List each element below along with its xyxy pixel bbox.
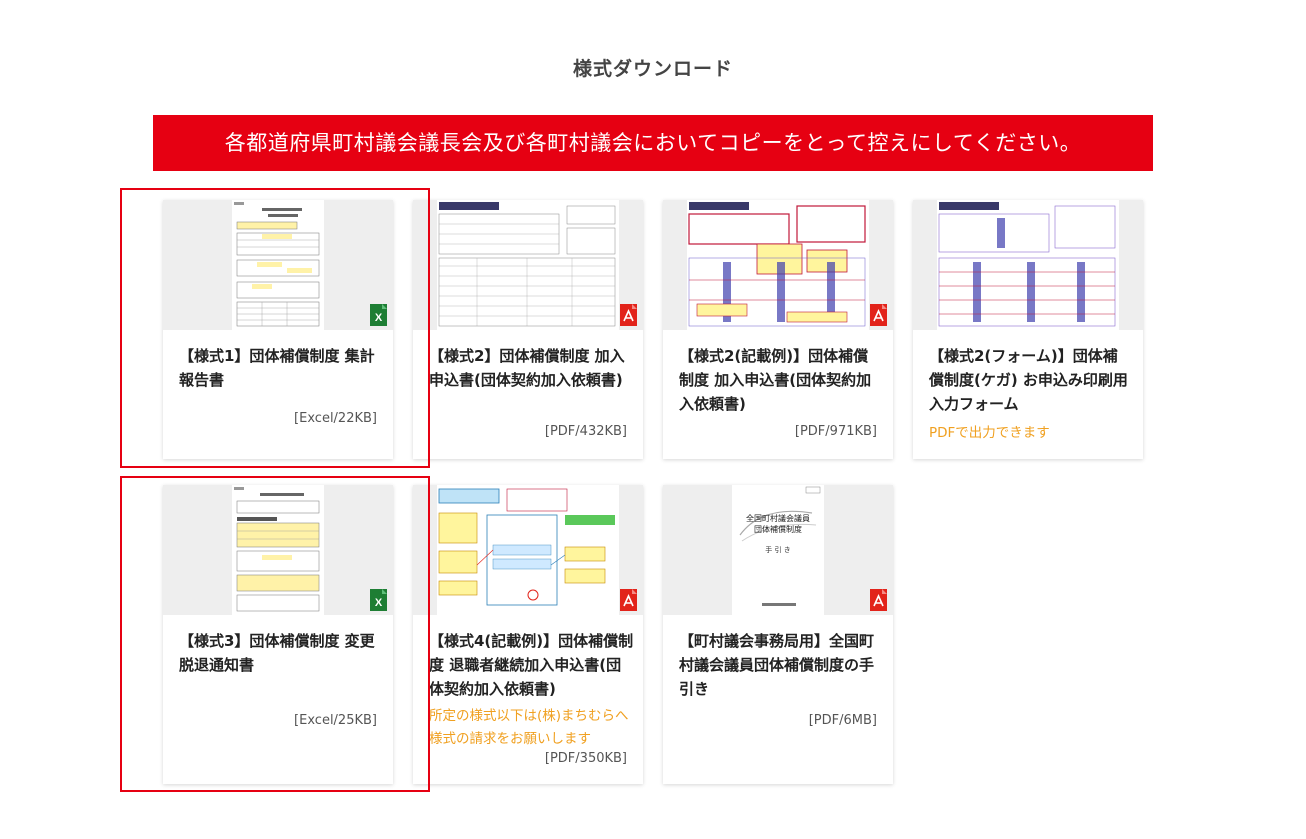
download-card-form4-example[interactable]: 【様式4(記載例)】団体補償制度 退職者継続加入申込書(団体契約加入依頼書) 所… xyxy=(413,485,643,784)
document-preview xyxy=(937,200,1119,330)
card-title[interactable]: 【様式4(記載例)】団体補償制度 退職者継続加入申込書(団体契約加入依頼書) xyxy=(429,629,634,701)
pdf-icon xyxy=(870,589,887,611)
notice-banner: 各都道府県町村議会議長会及び各町村議会においてコピーをとって控えにしてください。 xyxy=(153,115,1153,171)
document-preview xyxy=(437,485,619,615)
card-note: PDFで出力できます xyxy=(929,425,1050,441)
manual-cover-label: 手 引 き xyxy=(765,546,791,554)
card-thumbnail: 全国町村議会議員 団体補償制度 手 引 き xyxy=(663,485,893,615)
document-preview xyxy=(687,200,869,330)
file-info: [PDF/971KB] xyxy=(794,424,877,439)
card-title[interactable]: 【様式2(記載例)】団体補償制度 加入申込書(団体契約加入依頼書) xyxy=(679,344,879,416)
card-title[interactable]: 【様式2】団体補償制度 加入申込書(団体契約加入依頼書) xyxy=(429,344,629,392)
download-card-form2[interactable]: 【様式2】団体補償制度 加入申込書(団体契約加入依頼書) [PDF/432KB] xyxy=(413,200,643,459)
card-thumbnail xyxy=(913,200,1143,330)
card-title[interactable]: 【様式2(フォーム)】団体補償制度(ケガ) お申込み印刷用入力フォーム xyxy=(929,344,1129,416)
card-title[interactable]: 【町村議会事務局用】全国町村議会議員団体補償制度の手引き xyxy=(679,629,879,701)
page-title: 様式ダウンロード xyxy=(572,58,733,80)
download-card-form2-input[interactable]: 【様式2(フォーム)】団体補償制度(ケガ) お申込み印刷用入力フォーム PDFで… xyxy=(913,200,1143,459)
download-card-manual[interactable]: 全国町村議会議員 団体補償制度 手 引 き 【町村議会事務局用】全国町村議会議員… xyxy=(663,485,893,784)
manual-cover-title: 全国町村議会議員 xyxy=(746,514,810,523)
manual-cover-subtitle: 団体補償制度 xyxy=(754,525,802,534)
card-thumbnail xyxy=(413,485,643,615)
card-note: 所定の様式以下は(株)まちむらへ様式の請求をお願いします xyxy=(429,708,629,747)
pdf-icon xyxy=(620,589,637,611)
file-info: [PDF/6MB] xyxy=(808,713,877,728)
pdf-icon xyxy=(620,304,637,326)
download-card-form2-example[interactable]: 【様式2(記載例)】団体補償制度 加入申込書(団体契約加入依頼書) [PDF/9… xyxy=(663,200,893,459)
file-info: [PDF/432KB] xyxy=(544,424,627,439)
card-thumbnail xyxy=(413,200,643,330)
document-preview: 全国町村議会議員 団体補償制度 手 引 き xyxy=(732,485,824,615)
highlight-frame-form1 xyxy=(120,188,430,468)
file-info: [PDF/350KB] xyxy=(544,751,627,766)
card-thumbnail xyxy=(663,200,893,330)
document-preview xyxy=(437,200,619,330)
highlight-frame-form3 xyxy=(120,476,430,792)
pdf-icon xyxy=(870,304,887,326)
